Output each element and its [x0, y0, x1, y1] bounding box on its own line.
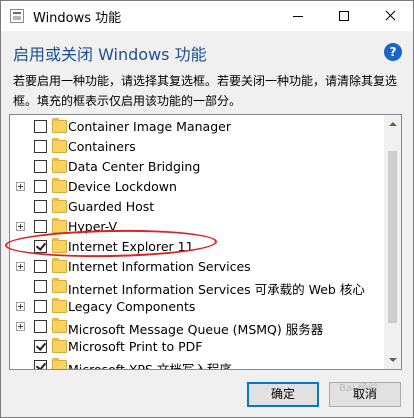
feature-row[interactable]: Containers [10, 137, 385, 157]
feature-checkbox[interactable] [34, 340, 47, 353]
feature-checkbox[interactable] [34, 240, 47, 253]
folder-icon [52, 238, 67, 253]
feature-checkbox[interactable] [34, 300, 47, 313]
feature-row[interactable]: Legacy Components [10, 297, 385, 317]
feature-row[interactable]: Device Lockdown [10, 177, 385, 197]
feature-checkbox[interactable] [34, 260, 47, 273]
folder-icon [52, 178, 67, 193]
close-button[interactable] [367, 1, 413, 31]
expand-plus-icon[interactable] [16, 322, 25, 331]
window-icon [10, 9, 24, 23]
vertical-scrollbar[interactable] [384, 115, 401, 369]
feature-row[interactable]: Microsoft Print to PDF [10, 337, 385, 357]
folder-icon [52, 318, 67, 333]
scroll-thumb[interactable] [388, 151, 397, 323]
expand-plus-icon[interactable] [16, 302, 25, 311]
title-bar[interactable]: Windows 功能 [1, 1, 413, 31]
feature-row[interactable]: Hyper-V [10, 217, 385, 237]
expand-plus-icon[interactable] [16, 182, 25, 191]
feature-row[interactable]: Internet Explorer 11 [10, 237, 385, 257]
feature-checkbox[interactable] [34, 200, 47, 213]
feature-label: Legacy Components [68, 299, 196, 314]
watermark: Bai 经验 [339, 383, 378, 394]
folder-icon [52, 298, 67, 313]
feature-label: Device Lockdown [68, 179, 177, 194]
folder-icon [52, 338, 67, 353]
feature-label: Internet Explorer 11 [68, 239, 194, 254]
feature-label: Microsoft Print to PDF [68, 339, 203, 354]
feature-checkbox[interactable] [34, 160, 47, 173]
feature-row[interactable]: Internet Information Services [10, 257, 385, 277]
folder-icon [52, 278, 67, 293]
folder-icon [52, 138, 67, 153]
feature-label: Internet Information Services 可承载的 Web 核… [68, 282, 365, 297]
folder-icon [52, 358, 67, 369]
window-title: Windows 功能 [33, 11, 122, 26]
feature-label: Hyper-V [68, 219, 118, 234]
folder-icon [52, 158, 67, 173]
feature-label: Microsoft Message Queue (MSMQ) 服务器 [68, 322, 324, 337]
feature-checkbox[interactable] [34, 320, 47, 333]
feature-checkbox[interactable] [34, 280, 47, 293]
feature-label: Container Image Manager [68, 119, 231, 134]
feature-checkbox[interactable] [34, 140, 47, 153]
expand-plus-icon[interactable] [16, 222, 25, 231]
feature-label: Guarded Host [68, 199, 155, 214]
feature-checkbox[interactable] [34, 360, 47, 369]
dialog-description: 若要启用一种功能，请选择其复选框。若要关闭一种功能，请清除其复选框。填充的框表示… [13, 74, 398, 108]
scroll-down-arrow-icon[interactable] [384, 352, 401, 369]
windows-features-dialog: Windows 功能 启用或关闭 Windows 功能 ? 若要启用一种功能，请… [0, 0, 414, 418]
feature-row[interactable]: Microsoft Message Queue (MSMQ) 服务器 [10, 317, 385, 337]
expand-plus-icon[interactable] [16, 262, 25, 271]
feature-label: Microsoft XPS 文档写入程序 [68, 362, 232, 370]
feature-label: Containers [68, 139, 136, 154]
feature-checkbox[interactable] [34, 120, 47, 133]
feature-row[interactable]: Data Center Bridging [10, 157, 385, 177]
help-icon[interactable]: ? [384, 43, 402, 61]
ok-button[interactable]: 确定 [247, 382, 319, 407]
folder-icon [52, 218, 67, 233]
feature-checkbox[interactable] [34, 180, 47, 193]
folder-icon [52, 258, 67, 273]
features-tree[interactable]: Microsoft XPS 文档写入程序 Microsoft Print to P… [9, 114, 402, 370]
feature-row[interactable]: Guarded Host [10, 197, 385, 217]
feature-row[interactable]: Microsoft XPS 文档写入程序 [10, 357, 385, 370]
feature-label: Internet Information Services [68, 259, 251, 274]
feature-row[interactable]: Container Image Manager [10, 117, 385, 137]
feature-checkbox[interactable] [34, 220, 47, 233]
maximize-button[interactable] [321, 1, 367, 31]
feature-label: Data Center Bridging [68, 159, 201, 174]
dialog-heading: 启用或关闭 Windows 功能 [13, 45, 207, 64]
folder-icon [52, 118, 67, 133]
scroll-up-arrow-icon[interactable] [384, 115, 401, 132]
folder-icon [52, 198, 67, 213]
minimize-button[interactable] [275, 1, 321, 31]
feature-row[interactable]: Internet Information Services 可承载的 Web 核… [10, 277, 385, 297]
